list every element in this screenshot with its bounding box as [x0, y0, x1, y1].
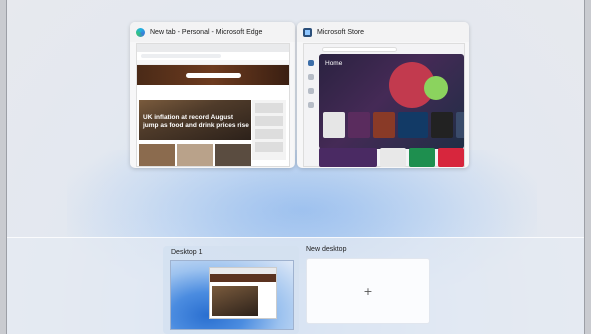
window-title: New tab - Personal - Microsoft Edge	[150, 28, 263, 36]
news-headline: UK inflation at record August jump as fo…	[143, 114, 249, 129]
window-title: Microsoft Store	[317, 28, 365, 36]
store-hero-banner: Home	[319, 54, 464, 149]
edge-icon	[136, 27, 145, 37]
new-desktop-label: New desktop	[306, 246, 347, 253]
store-featured-row	[319, 148, 464, 167]
desktop-1-card[interactable]: Desktop 1	[163, 246, 299, 334]
window-preview: UK inflation at record August jump as fo…	[136, 43, 290, 167]
window-thumbnail-edge[interactable]: New tab - Personal - Microsoft Edge UK i…	[130, 22, 295, 168]
news-tabs	[137, 85, 289, 93]
store-tiles	[323, 112, 464, 138]
news-sidebar	[252, 100, 286, 160]
new-tab-hero	[137, 65, 289, 85]
window-preview: Home	[303, 43, 465, 167]
desktop-label: Desktop 1	[171, 249, 203, 256]
mini-browser-window	[209, 267, 277, 319]
browser-tab-strip	[137, 44, 289, 52]
address-bar	[137, 52, 289, 60]
microsoft-store-icon	[303, 27, 312, 37]
desktops-bar: Desktop 1	[7, 237, 584, 334]
window-title-bar: Microsoft Store	[297, 22, 469, 42]
store-top-bar	[304, 44, 464, 54]
task-view: New tab - Personal - Microsoft Edge UK i…	[6, 0, 585, 334]
store-page-title: Home	[325, 60, 343, 67]
new-desktop-button[interactable]: +	[306, 258, 430, 324]
store-nav-rail	[304, 54, 318, 168]
window-title-bar: New tab - Personal - Microsoft Edge	[130, 22, 295, 42]
search-box	[185, 72, 241, 78]
store-search-box	[322, 46, 397, 52]
window-thumbnail-store[interactable]: Microsoft Store Home	[297, 22, 469, 168]
news-card: UK inflation at record August jump as fo…	[139, 100, 251, 140]
desktop-1-thumbnail[interactable]	[170, 260, 294, 330]
plus-icon: +	[363, 284, 373, 298]
news-thumbnails	[139, 144, 251, 166]
